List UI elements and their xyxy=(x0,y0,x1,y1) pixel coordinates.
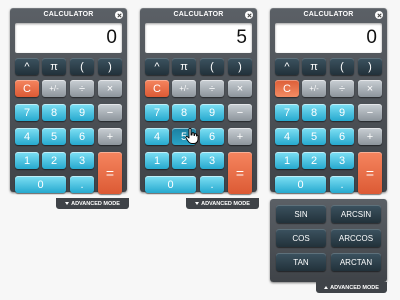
digit-9-button[interactable]: 9 xyxy=(200,104,224,121)
pi-button[interactable]: π xyxy=(42,58,66,75)
plus-minus-button[interactable]: +/- xyxy=(172,80,196,97)
arcsin-button[interactable]: ARCSIN xyxy=(331,205,381,223)
equals-button[interactable]: = xyxy=(228,152,252,194)
advanced-mode-label: ADVANCED MODE xyxy=(201,200,250,207)
minus-button[interactable]: − xyxy=(228,104,252,121)
sin-button[interactable]: SIN xyxy=(276,205,326,223)
close-paren-button[interactable]: ) xyxy=(98,58,122,75)
plus-button[interactable]: + xyxy=(358,128,382,145)
advanced-panel: SIN ARCSIN COS ARCCOS TAN ARCTAN xyxy=(270,199,387,282)
digit-7-button[interactable]: 7 xyxy=(275,104,299,121)
clear-button[interactable]: C xyxy=(275,80,299,97)
digit-5-button[interactable]: 5 xyxy=(42,128,66,145)
window-title: CALCULATOR xyxy=(43,11,94,18)
digit-0-button[interactable]: 0 xyxy=(145,176,196,193)
advanced-mode-toggle[interactable]: ADVANCED MODE xyxy=(316,282,387,293)
equals-button[interactable]: = xyxy=(358,152,382,194)
calculator-2: CALCULATOR 5 ^ π ( ) C +/- ÷ × 7 8 9 − 4… xyxy=(140,8,257,194)
digit-4-button[interactable]: 4 xyxy=(275,128,299,145)
digit-6-button[interactable]: 6 xyxy=(330,128,354,145)
digit-3-button[interactable]: 3 xyxy=(200,152,224,169)
digit-4-button[interactable]: 4 xyxy=(15,128,39,145)
advanced-mode-toggle[interactable]: ADVANCED MODE xyxy=(186,198,259,209)
clear-button[interactable]: C xyxy=(15,80,39,97)
plus-minus-button[interactable]: +/- xyxy=(42,80,66,97)
pi-button[interactable]: π xyxy=(302,58,326,75)
power-button[interactable]: ^ xyxy=(15,58,39,75)
digit-1-button[interactable]: 1 xyxy=(15,152,39,169)
divide-button[interactable]: ÷ xyxy=(200,80,224,97)
multiply-button[interactable]: × xyxy=(98,80,122,97)
equals-button[interactable]: = xyxy=(98,152,122,194)
decimal-button[interactable]: . xyxy=(70,176,94,193)
advanced-mode-toggle[interactable]: ADVANCED MODE xyxy=(56,198,129,209)
multiply-button[interactable]: × xyxy=(228,80,252,97)
digit-6-button[interactable]: 6 xyxy=(70,128,94,145)
window-title: CALCULATOR xyxy=(303,11,354,18)
digit-3-button[interactable]: 3 xyxy=(330,152,354,169)
power-button[interactable]: ^ xyxy=(145,58,169,75)
title-bar[interactable]: CALCULATOR xyxy=(10,8,127,22)
triangle-up-icon xyxy=(324,286,329,289)
hand-cursor-icon xyxy=(185,128,199,144)
digit-2-button[interactable]: 2 xyxy=(302,152,326,169)
triangle-down-icon xyxy=(65,202,70,205)
triangle-down-icon xyxy=(195,202,200,205)
advanced-mode-label: ADVANCED MODE xyxy=(71,200,120,207)
digit-1-button[interactable]: 1 xyxy=(145,152,169,169)
divide-button[interactable]: ÷ xyxy=(330,80,354,97)
digit-8-button[interactable]: 8 xyxy=(172,104,196,121)
title-bar[interactable]: CALCULATOR xyxy=(270,8,387,22)
close-paren-button[interactable]: ) xyxy=(358,58,382,75)
close-icon[interactable] xyxy=(375,11,383,19)
arccos-button[interactable]: ARCCOS xyxy=(331,229,381,247)
digit-9-button[interactable]: 9 xyxy=(330,104,354,121)
tan-button[interactable]: TAN xyxy=(276,253,326,271)
digit-7-button[interactable]: 7 xyxy=(145,104,169,121)
display: 0 xyxy=(275,23,382,53)
advanced-mode-label: ADVANCED MODE xyxy=(330,284,379,291)
open-paren-button[interactable]: ( xyxy=(330,58,354,75)
plus-button[interactable]: + xyxy=(98,128,122,145)
title-bar[interactable]: CALCULATOR xyxy=(140,8,257,22)
window-title: CALCULATOR xyxy=(173,11,224,18)
calculator-3: CALCULATOR 0 ^ π ( ) C +/- ÷ × 7 8 9 − 4… xyxy=(270,8,387,194)
digit-3-button[interactable]: 3 xyxy=(70,152,94,169)
digit-0-button[interactable]: 0 xyxy=(275,176,326,193)
open-paren-button[interactable]: ( xyxy=(70,58,94,75)
display: 5 xyxy=(145,23,252,53)
close-paren-button[interactable]: ) xyxy=(228,58,252,75)
power-button[interactable]: ^ xyxy=(275,58,299,75)
minus-button[interactable]: − xyxy=(358,104,382,121)
digit-2-button[interactable]: 2 xyxy=(42,152,66,169)
plus-minus-button[interactable]: +/- xyxy=(302,80,326,97)
digit-1-button[interactable]: 1 xyxy=(275,152,299,169)
divide-button[interactable]: ÷ xyxy=(70,80,94,97)
cos-button[interactable]: COS xyxy=(276,229,326,247)
close-icon[interactable] xyxy=(115,11,123,19)
digit-0-button[interactable]: 0 xyxy=(15,176,66,193)
decimal-button[interactable]: . xyxy=(330,176,354,193)
multiply-button[interactable]: × xyxy=(358,80,382,97)
pi-button[interactable]: π xyxy=(172,58,196,75)
digit-2-button[interactable]: 2 xyxy=(172,152,196,169)
clear-button[interactable]: C xyxy=(145,80,169,97)
decimal-button[interactable]: . xyxy=(200,176,224,193)
digit-6-button[interactable]: 6 xyxy=(200,128,224,145)
plus-button[interactable]: + xyxy=(228,128,252,145)
open-paren-button[interactable]: ( xyxy=(200,58,224,75)
close-icon[interactable] xyxy=(245,11,253,19)
digit-7-button[interactable]: 7 xyxy=(15,104,39,121)
display: 0 xyxy=(15,23,122,53)
calculator-1: CALCULATOR 0 ^ π ( ) C +/- ÷ × 7 8 9 − 4… xyxy=(10,8,127,194)
minus-button[interactable]: − xyxy=(98,104,122,121)
digit-8-button[interactable]: 8 xyxy=(42,104,66,121)
digit-8-button[interactable]: 8 xyxy=(302,104,326,121)
digit-5-button[interactable]: 5 xyxy=(302,128,326,145)
arctan-button[interactable]: ARCTAN xyxy=(331,253,381,271)
digit-9-button[interactable]: 9 xyxy=(70,104,94,121)
digit-4-button[interactable]: 4 xyxy=(145,128,169,145)
